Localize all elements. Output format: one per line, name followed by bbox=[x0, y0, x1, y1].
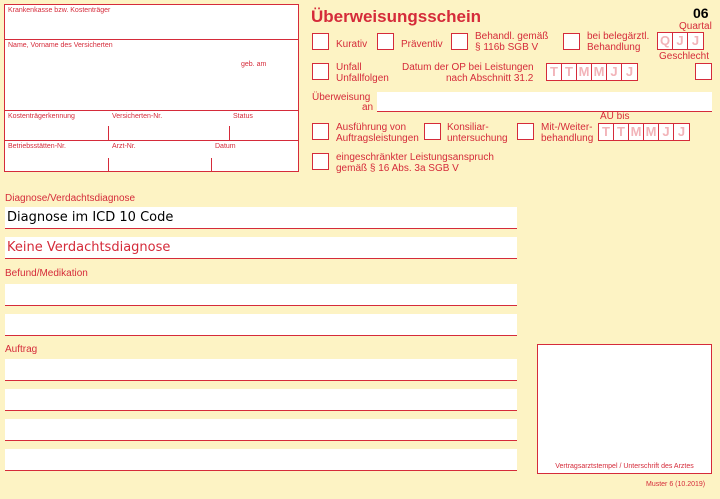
kostentraeger-label: Kostenträgerkennung bbox=[8, 113, 75, 120]
eingeschraenkt-label-1: eingeschränkter Leistungsanspruch bbox=[336, 152, 494, 163]
konsiliar-checkbox[interactable] bbox=[424, 123, 441, 140]
geschlecht-checkbox[interactable] bbox=[695, 63, 712, 80]
beleg-label-2: Behandlung bbox=[587, 42, 641, 53]
status-label: Status bbox=[233, 113, 253, 120]
quartal-box: J bbox=[691, 33, 700, 48]
betrieb-label: Betriebsstätten-Nr. bbox=[8, 143, 66, 150]
diagnose-field-1[interactable]: Diagnose im ICD 10 Code bbox=[5, 207, 517, 229]
praeventiv-label: Präventiv bbox=[401, 39, 443, 50]
behandl-116b-checkbox[interactable] bbox=[451, 33, 468, 50]
date-box: M bbox=[629, 124, 644, 140]
kurativ-checkbox[interactable] bbox=[312, 33, 329, 50]
behandl-116b-label-2: § 116b SGB V bbox=[475, 42, 539, 53]
auftrag-field-2[interactable] bbox=[5, 389, 517, 411]
date-box: J bbox=[659, 124, 674, 140]
date-box: M bbox=[644, 124, 659, 140]
tick bbox=[108, 126, 109, 140]
form-title: Überweisungsschein bbox=[311, 7, 482, 26]
diagnose-text-2: Keine Verdachtsdiagnose bbox=[7, 240, 171, 255]
geb-label: geb. am bbox=[241, 61, 267, 68]
befund-field-2[interactable] bbox=[5, 314, 517, 336]
diagnose-field-2[interactable]: Keine Verdachtsdiagnose bbox=[5, 237, 517, 259]
quartal-box: J bbox=[673, 33, 688, 49]
tick bbox=[229, 126, 230, 140]
unfall-label-1: Unfall bbox=[336, 62, 362, 73]
diagnose-text-1: Diagnose im ICD 10 Code bbox=[7, 210, 174, 225]
auftrag-field-4[interactable] bbox=[5, 449, 517, 471]
beleg-checkbox[interactable] bbox=[563, 33, 580, 50]
ausfuehrung-label-1: Ausführung von bbox=[336, 122, 407, 133]
divider bbox=[4, 140, 299, 141]
date-box: M bbox=[592, 64, 607, 80]
kasse-label: Krankenkasse bzw. Kostenträger bbox=[8, 7, 111, 14]
quartal-boxes[interactable]: Q J J bbox=[657, 32, 704, 50]
divider bbox=[4, 39, 299, 40]
muster-label: Muster 6 (10.2019) bbox=[646, 481, 706, 488]
divider bbox=[4, 110, 299, 111]
unfall-checkbox[interactable] bbox=[312, 63, 329, 80]
kurativ-label: Kurativ bbox=[336, 39, 368, 50]
date-box: T bbox=[614, 124, 629, 140]
mitweiter-label-1: Mit-/Weiter- bbox=[541, 122, 593, 133]
stamp-box[interactable]: Vertragsarztstempel / Unterschrift des A… bbox=[537, 344, 712, 474]
eingeschraenkt-label-2: gemäß § 16 Abs. 3a SGB V bbox=[336, 163, 459, 174]
op-datum-label-1: Datum der OP bei Leistungen bbox=[402, 62, 534, 73]
au-date-boxes[interactable]: T T M M J J bbox=[598, 123, 690, 141]
diagnose-label: Diagnose/Verdachtsdiagnose bbox=[5, 193, 136, 204]
date-box: J bbox=[607, 64, 622, 80]
date-box: T bbox=[599, 124, 614, 140]
befund-label: Befund/Medikation bbox=[5, 268, 88, 279]
unfall-label-2: Unfallfolgen bbox=[336, 73, 389, 84]
praeventiv-checkbox[interactable] bbox=[377, 33, 394, 50]
ueberweisung-input[interactable] bbox=[377, 92, 712, 112]
date-box: T bbox=[547, 64, 562, 80]
tick bbox=[108, 158, 109, 172]
form-number: 06 bbox=[693, 5, 709, 21]
befund-field-1[interactable] bbox=[5, 284, 517, 306]
op-date-boxes[interactable]: T T M M J J bbox=[546, 63, 638, 81]
date-box: J bbox=[625, 64, 634, 79]
eingeschraenkt-checkbox[interactable] bbox=[312, 153, 329, 170]
ausfuehrung-label-2: Auftragsleistungen bbox=[336, 133, 419, 144]
tick bbox=[211, 158, 212, 172]
date-box: T bbox=[562, 64, 577, 80]
geschlecht-label: Geschlecht bbox=[659, 51, 710, 62]
behandl-116b-label-1: Behandl. gemäß bbox=[475, 31, 549, 42]
quartal-label: Quartal bbox=[679, 21, 712, 32]
ausfuehrung-checkbox[interactable] bbox=[312, 123, 329, 140]
arzt-label: Arzt-Nr. bbox=[112, 143, 136, 150]
beleg-label-1: bei belegärztl. bbox=[587, 31, 650, 42]
au-bis-label: AU bis bbox=[600, 111, 630, 122]
datum-label: Datum bbox=[215, 143, 236, 150]
mitweiter-label-2: behandlung bbox=[541, 133, 594, 144]
stamp-label: Vertragsarztstempel / Unterschrift des A… bbox=[555, 463, 694, 470]
konsiliar-label-1: Konsiliar- bbox=[447, 122, 489, 133]
konsiliar-label-2: untersuchung bbox=[447, 133, 508, 144]
date-box: M bbox=[577, 64, 592, 80]
op-datum-label-2: nach Abschnitt 31.2 bbox=[446, 73, 534, 84]
ueberweisung-label-2: an bbox=[362, 102, 374, 113]
versicherten-label: Versicherten-Nr. bbox=[112, 113, 163, 120]
auftrag-field-1[interactable] bbox=[5, 359, 517, 381]
mitweiter-checkbox[interactable] bbox=[517, 123, 534, 140]
auftrag-label: Auftrag bbox=[5, 344, 38, 355]
date-box: J bbox=[677, 124, 686, 139]
quartal-box: Q bbox=[658, 33, 673, 49]
name-label: Name, Vorname des Versicherten bbox=[8, 42, 113, 49]
auftrag-field-3[interactable] bbox=[5, 419, 517, 441]
